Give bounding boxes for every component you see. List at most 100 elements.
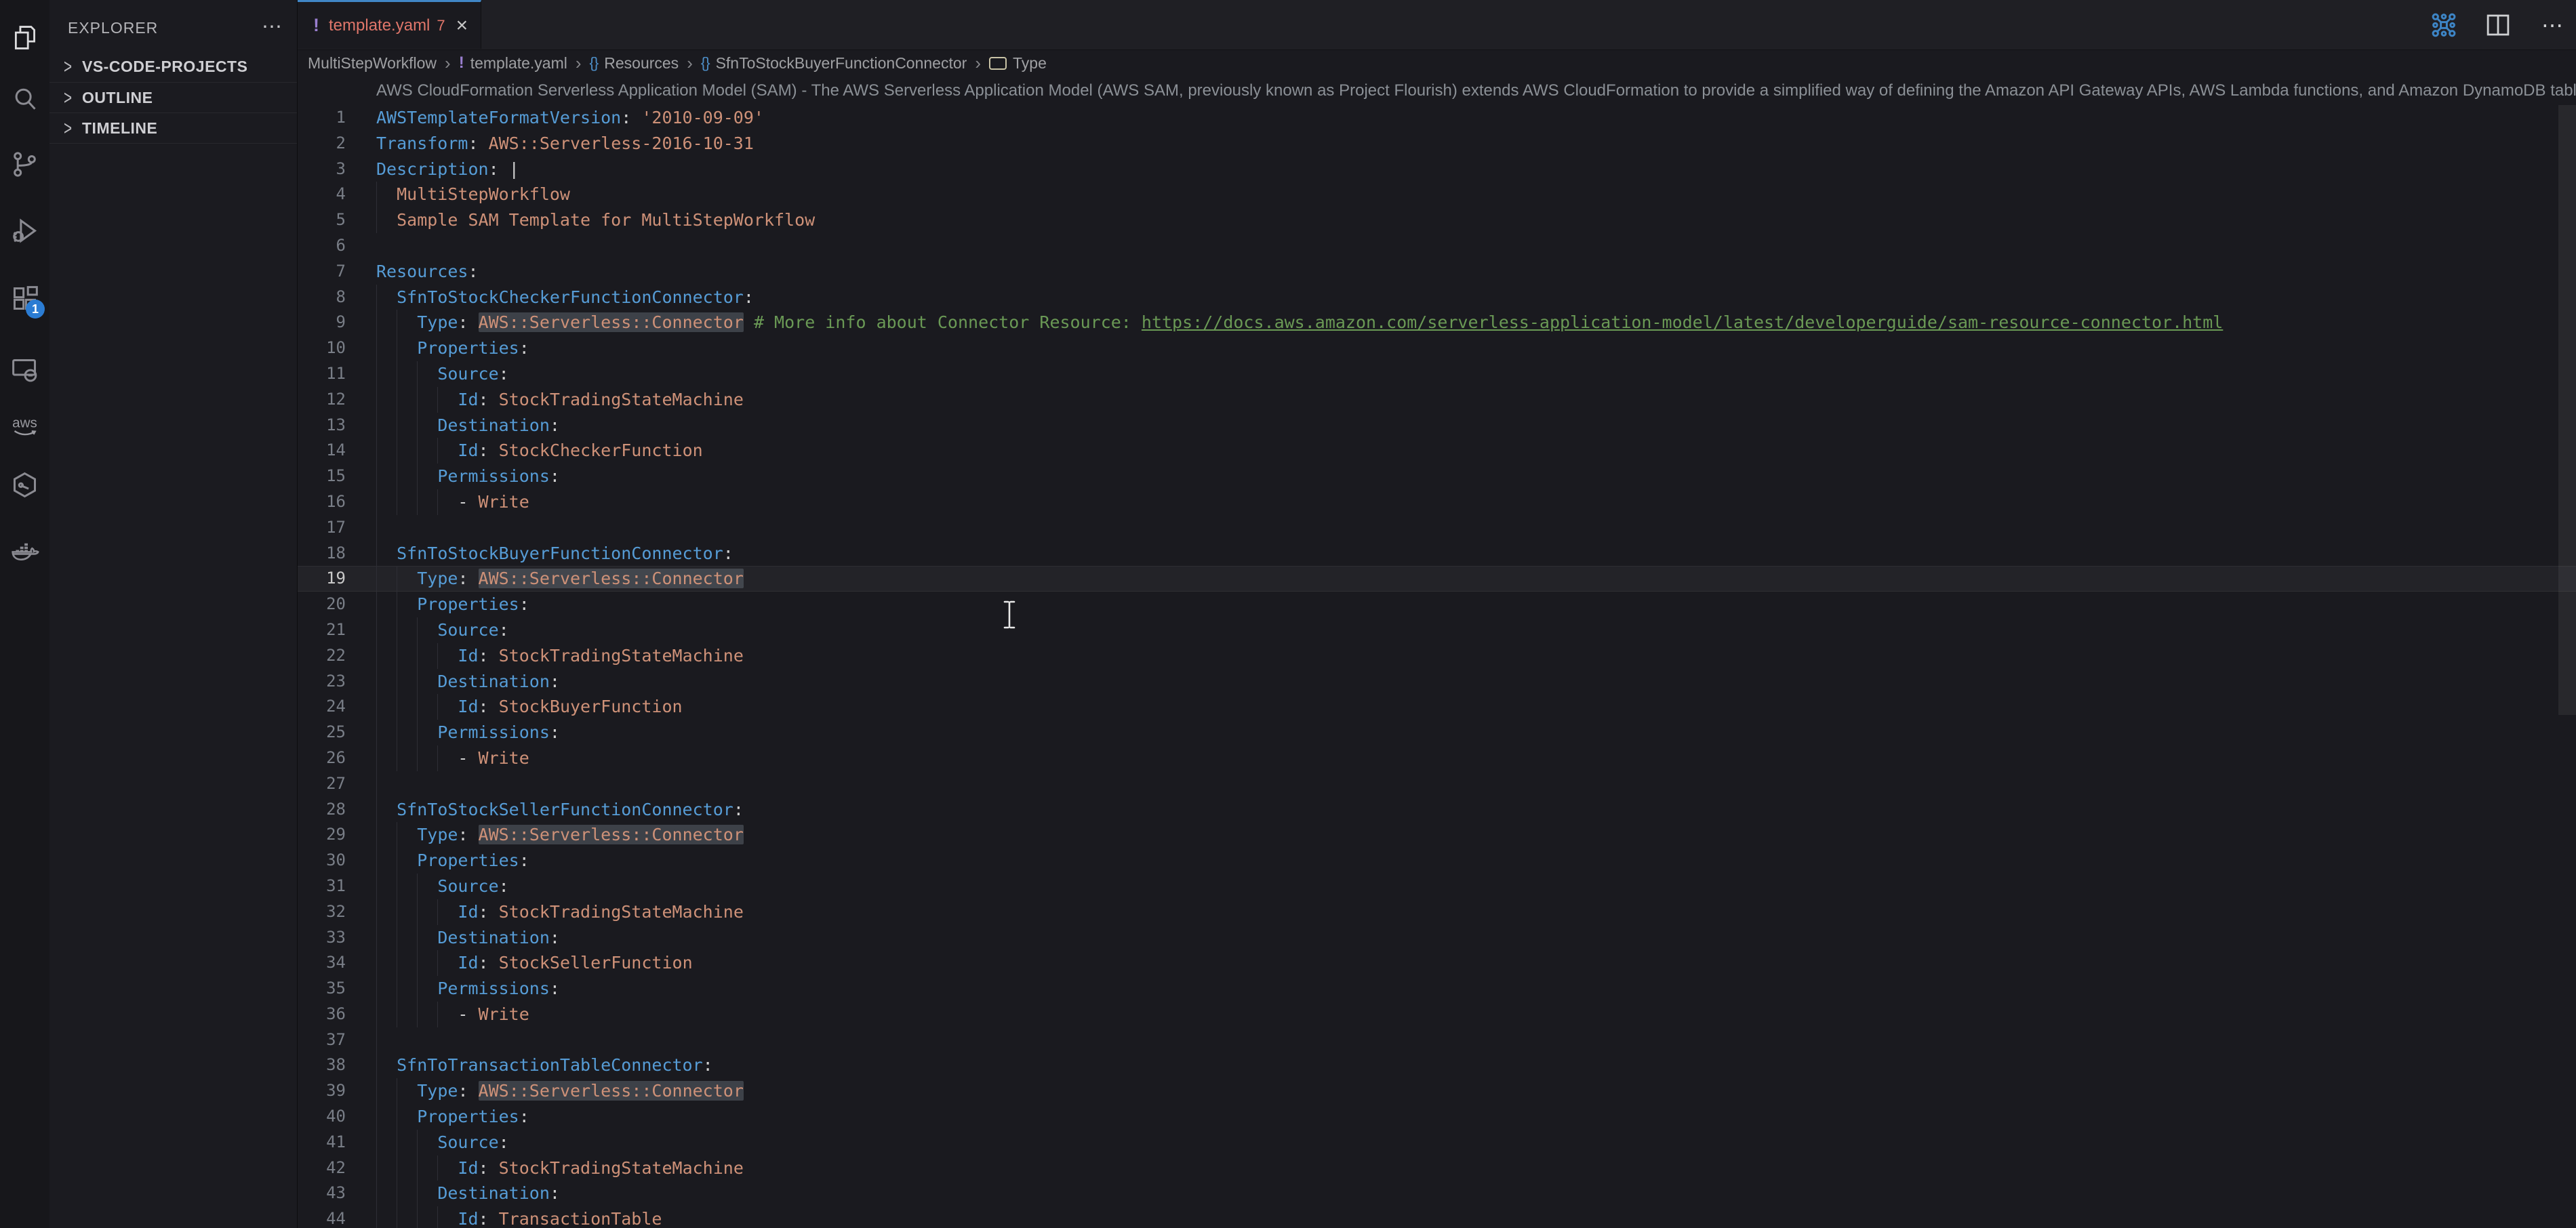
line-number[interactable]: 18 [297,541,346,567]
code-line[interactable]: 24 Id: StockBuyerFunction [297,694,2576,720]
line-number[interactable]: 14 [297,438,346,464]
remote-explorer-icon[interactable] [9,354,40,385]
code-line[interactable]: 12 Id: StockTradingStateMachine [297,387,2576,413]
line-number[interactable]: 15 [297,464,346,489]
code-line[interactable]: 35 Permissions: [297,976,2576,1002]
line-number[interactable]: 25 [297,720,346,745]
code-line[interactable]: 25 Permissions: [297,720,2576,745]
line-number[interactable]: 32 [297,899,346,925]
line-number[interactable]: 37 [297,1027,346,1053]
line-number[interactable]: 7 [297,259,346,285]
line-number[interactable]: 24 [297,694,346,720]
explorer-icon[interactable] [9,22,40,53]
code-line[interactable]: 40 Properties: [297,1104,2576,1130]
source-control-icon[interactable] [9,149,40,180]
sidebar-section-vs-code-projects[interactable]: > VS-CODE-PROJECTS [49,52,297,82]
line-number[interactable]: 2 [297,131,346,157]
code-line[interactable]: 43 Destination: [297,1181,2576,1206]
line-number[interactable]: 13 [297,413,346,438]
code-line[interactable]: 10 Properties: [297,335,2576,361]
code-line[interactable]: 22 Id: StockTradingStateMachine [297,643,2576,669]
line-number[interactable]: 11 [297,361,346,387]
code-line[interactable]: 8 SfnToStockCheckerFunctionConnector: [297,285,2576,310]
code-line[interactable]: 44 Id: TransactionTable [297,1206,2576,1228]
code-line[interactable]: 13 Destination: [297,413,2576,438]
breadcrumb-item-sfntostockbuyerfunctionconnector[interactable]: {}SfnToStockBuyerFunctionConnector [701,54,967,73]
line-number[interactable]: 34 [297,950,346,976]
code-line[interactable]: 6 [297,233,2576,259]
line-number[interactable]: 43 [297,1181,346,1206]
code-line[interactable]: 33 Destination: [297,925,2576,951]
code-line[interactable]: 5 Sample SAM Template for MultiStepWorkf… [297,207,2576,233]
code-line[interactable]: 39 Type: AWS::Serverless::Connector [297,1078,2576,1104]
line-number[interactable]: 31 [297,874,346,899]
code-area[interactable]: 1AWSTemplateFormatVersion: '2010-09-09'2… [297,105,2576,1228]
line-number[interactable]: 30 [297,848,346,874]
code-line[interactable]: 16 - Write [297,489,2576,515]
line-number[interactable]: 36 [297,1002,346,1027]
line-number[interactable]: 40 [297,1104,346,1130]
line-number[interactable]: 10 [297,335,346,361]
line-number[interactable]: 3 [297,157,346,182]
line-number[interactable]: 9 [297,310,346,335]
code-line[interactable]: 4 MultiStepWorkflow [297,182,2576,207]
code-line[interactable]: 15 Permissions: [297,464,2576,489]
codecatalyst-icon[interactable] [9,470,40,500]
code-line[interactable]: 34 Id: StockSellerFunction [297,950,2576,976]
explorer-more-actions-icon[interactable]: ⋯ [262,15,282,39]
line-number[interactable]: 38 [297,1052,346,1078]
code-line[interactable]: 36 - Write [297,1002,2576,1027]
line-number[interactable]: 41 [297,1130,346,1155]
code-line[interactable]: 31 Source: [297,874,2576,899]
docker-icon[interactable] [9,537,40,568]
line-number[interactable]: 6 [297,233,346,259]
code-line[interactable]: 11 Source: [297,361,2576,387]
line-number[interactable]: 22 [297,643,346,669]
line-number[interactable]: 17 [297,515,346,541]
line-number[interactable]: 29 [297,822,346,848]
line-number[interactable]: 35 [297,976,346,1002]
line-number[interactable]: 1 [297,105,346,131]
line-number[interactable]: 26 [297,745,346,771]
more-actions-icon[interactable]: ⋯ [2538,11,2567,39]
line-number[interactable]: 4 [297,182,346,207]
code-line[interactable]: 28 SfnToStockSellerFunctionConnector: [297,797,2576,823]
split-editor-icon[interactable] [2484,11,2512,39]
sidebar-section-timeline[interactable]: > TIMELINE [49,112,297,144]
aws-icon[interactable]: aws [9,411,40,441]
line-number[interactable]: 28 [297,797,346,823]
code-line[interactable]: 37 [297,1027,2576,1053]
code-line[interactable]: 26 - Write [297,745,2576,771]
run-and-debug-icon[interactable] [9,216,40,246]
line-number[interactable]: 8 [297,285,346,310]
line-number[interactable]: 20 [297,592,346,617]
code-line[interactable]: 2Transform: AWS::Serverless-2016-10-31 [297,131,2576,157]
line-number[interactable]: 21 [297,617,346,643]
code-line[interactable]: 21 Source: [297,617,2576,643]
code-line[interactable]: 1AWSTemplateFormatVersion: '2010-09-09' [297,105,2576,131]
line-number[interactable]: 19 [297,566,346,592]
visualize-template-icon[interactable] [2430,11,2458,39]
line-number[interactable]: 12 [297,387,346,413]
code-line[interactable]: 20 Properties: [297,592,2576,617]
extensions-icon[interactable]: 1 [9,283,40,314]
close-icon[interactable]: × [456,16,468,36]
code-line[interactable]: 30 Properties: [297,848,2576,874]
code-line[interactable]: 38 SfnToTransactionTableConnector: [297,1052,2576,1078]
code-line[interactable]: 18 SfnToStockBuyerFunctionConnector: [297,541,2576,567]
breadcrumb-item-type[interactable]: Type [989,54,1047,73]
line-number[interactable]: 5 [297,207,346,233]
code-line[interactable]: 29 Type: AWS::Serverless::Connector [297,822,2576,848]
code-line[interactable]: 17 [297,515,2576,541]
code-line[interactable]: 27 [297,771,2576,797]
breadcrumb-item-multistepworkflow[interactable]: MultiStepWorkflow [308,54,437,73]
line-number[interactable]: 27 [297,771,346,797]
code-line[interactable]: 19 Type: AWS::Serverless::Connector [297,566,2576,592]
line-number[interactable]: 39 [297,1078,346,1104]
vertical-scrollbar[interactable] [2558,105,2576,715]
breadcrumb-item-template.yaml[interactable]: !template.yaml [459,54,567,73]
breadcrumb-item-resources[interactable]: {}Resources [590,54,679,73]
search-icon[interactable] [9,84,40,115]
code-link[interactable]: https://docs.aws.amazon.com/serverless-a… [1142,312,2223,332]
code-line[interactable]: 7Resources: [297,259,2576,285]
